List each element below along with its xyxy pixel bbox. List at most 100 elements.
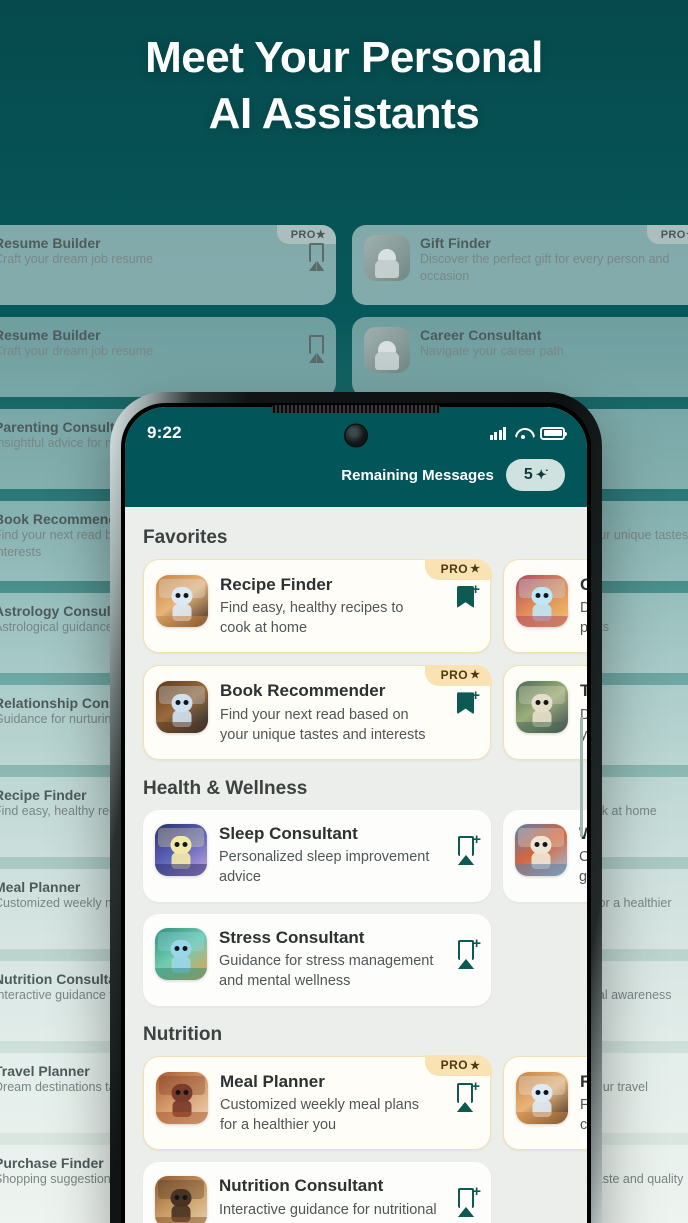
assistant-card[interactable]: Sleep Consultant Personalized sleep impro… [143,809,491,902]
assistant-card[interactable]: Workout ConsultantCustom workout plans f… [503,809,587,902]
bookmark-outline-icon[interactable]: + [457,1184,481,1218]
background-assistant-title: Resume Builder [0,235,101,251]
assistant-card[interactable]: PRO ★ Meal Planner Customized weekly meal p… [143,1055,492,1151]
assistant-thumbnail [516,681,568,734]
assistant-thumbnail [516,575,568,627]
status-icons [489,426,567,440]
assistant-card[interactable]: PRO★Travel PlannerDream destinations tai… [503,665,587,760]
assistant-title: Book Recommender [220,681,386,701]
background-thumbnail [364,327,410,373]
front-camera-icon [345,425,367,446]
assistant-row: Sleep Consultant Personalized sleep impro… [125,809,587,902]
assistant-title: Meal Planner [220,1071,325,1091]
assistant-title: Sleep Consultant [219,823,358,843]
background-assistant-card: PRO★Gift FinderDiscover the perfect gift… [352,225,688,305]
assistant-card[interactable]: PRO★ Recipe Finder Find easy, healthy reci… [143,558,492,654]
assistant-description: Guidance for stress management and menta… [219,953,434,990]
remaining-messages-bar: Remaining Messages 5 ✦˙ [147,459,565,491]
phone-screen: 9:22 Remaining Messages 5 ✦˙ Favorites P… [125,407,587,1223]
star-icon: ★ [470,563,481,575]
assistant-thumbnail [156,681,208,734]
headline-line-2: AI Assistants [208,89,480,139]
assistant-title: Nutrition Consultant [219,1176,384,1196]
assistant-thumbnail [515,823,567,876]
background-assistant-title: Career Consultant [420,327,542,343]
page-headline: Meet Your Personal AI Assistants [0,30,688,143]
pro-badge-label: PRO [440,1058,469,1073]
assistant-row: PRO ★ Book Recommender Find your next read … [125,664,587,760]
assistant-thumbnail [155,823,207,876]
pro-badge-label: PRO [440,561,469,576]
pro-badge: PRO ★ [424,664,492,686]
assistant-title: Recipe Finder [220,575,333,594]
assistant-thumbnail [155,927,207,980]
background-assistant-card: PRO★ Resume Builder Craft your dream job r… [0,225,336,305]
remaining-messages-badge[interactable]: 5 ✦˙ [505,459,565,491]
star-icon: ★ [470,1059,481,1072]
bookmark-filled-icon[interactable]: + [457,688,480,715]
pro-badge: PRO ★ [424,1055,492,1077]
app-header: 9:22 Remaining Messages 5 ✦˙ [125,407,587,507]
background-thumbnail [364,235,410,281]
assistant-description: Custom workout plans for your goals [579,849,587,886]
assistant-thumbnail [516,1071,568,1124]
earpiece-speaker-icon [271,405,441,413]
background-assistant-description: Discover the perfect gift for every pers… [420,252,670,283]
assistant-title: Gift Finder [580,575,587,594]
background-bookmark-icon [308,335,325,363]
assistant-description: Interactive guidance for nutritional awa… [219,1201,437,1223]
section-title-favorites: Favorites [143,527,228,548]
bookmark-outline-icon[interactable]: + [456,1079,480,1112]
background-assistant-description: Craft your dream job resume [0,252,154,266]
background-pro-badge: PRO★ [646,225,688,244]
assistant-thumbnail [156,1071,208,1124]
assistant-row: Nutrition Consultant Interactive guidance… [125,1162,587,1223]
pro-badge-label: PRO [440,667,469,682]
background-pro-badge: PRO★ [276,225,336,244]
assistant-thumbnail [156,575,208,627]
wifi-icon [515,427,531,439]
bookmark-filled-icon[interactable]: + [457,582,480,609]
assistant-title: Travel Planner [580,681,587,701]
battery-icon [540,426,567,440]
assistant-row: PRO ★ Meal Planner Customized weekly meal p… [125,1055,587,1151]
section-title-health-wellness: Health & Wellness [143,777,308,799]
assistant-description: Discover the perfect gift for every pers… [580,600,587,637]
pro-badge: PRO ★ [424,558,492,580]
background-assistant-title: Resume Builder [0,327,101,343]
assistants-scroll-area[interactable]: Favorites PRO ★ Recipe Finder Find easy, hea… [125,507,587,1223]
status-clock: 9:22 [147,423,182,442]
assistant-card[interactable]: PRO ★ Book Recommender Find your next read … [143,664,492,760]
phone-bezel: 9:22 Remaining Messages 5 ✦˙ Favorites P… [121,403,591,1223]
remaining-messages-label: Remaining Messages [341,466,494,484]
assistant-description: Find easy, healthy recipes to cook at ho… [220,600,404,637]
assistant-description: Find easy, healthy recipes to cook at ho… [580,1097,587,1134]
section-title-nutrition: Nutrition [143,1023,223,1045]
background-bookmark-icon [308,243,325,271]
headline-line-1: Meet Your Personal [145,33,543,82]
vertical-scrollbar[interactable] [580,717,583,837]
assistant-description: Customized weekly meal plans for a healt… [220,1097,420,1134]
assistant-title: Stress Consultant [219,927,365,947]
background-assistant-description: Navigate your career path [420,344,564,358]
assistant-description: Personalized sleep improvement advice [219,849,430,886]
bookmark-outline-icon[interactable]: + [457,832,481,865]
assistant-description: Find your next read based on your unique… [220,706,426,743]
assistant-card[interactable]: PRO★Gift FinderDiscover the perfect gift… [503,559,587,654]
assistant-row: Stress Consultant Guidance for stress man… [125,913,587,1006]
background-assistant-card: Career ConsultantNavigate your career pa… [352,317,688,397]
assistant-card[interactable]: Nutrition Consultant Interactive guidance… [143,1162,491,1223]
background-assistant-card: Resume Builder Craft your dream job resum… [0,317,336,397]
remaining-messages-count: 5 [523,466,533,483]
background-assistant-description: Craft your dream job resume [0,344,154,358]
assistant-card[interactable]: PRO★Recipe FinderFind easy, healthy reci… [503,1055,587,1151]
assistant-thumbnail [155,1176,207,1223]
sparkle-icon: ✦˙ [535,467,549,482]
assistant-title: Recipe Finder [580,1071,587,1091]
assistant-card[interactable]: Stress Consultant Guidance for stress man… [143,913,491,1006]
phone-mockup: 9:22 Remaining Messages 5 ✦˙ Favorites P… [110,392,602,1223]
assistant-row: PRO ★ Recipe Finder Find easy, healthy reci… [125,558,587,654]
bookmark-outline-icon[interactable]: + [457,936,481,969]
signal-icon [489,426,506,440]
star-icon: ★ [470,669,481,682]
